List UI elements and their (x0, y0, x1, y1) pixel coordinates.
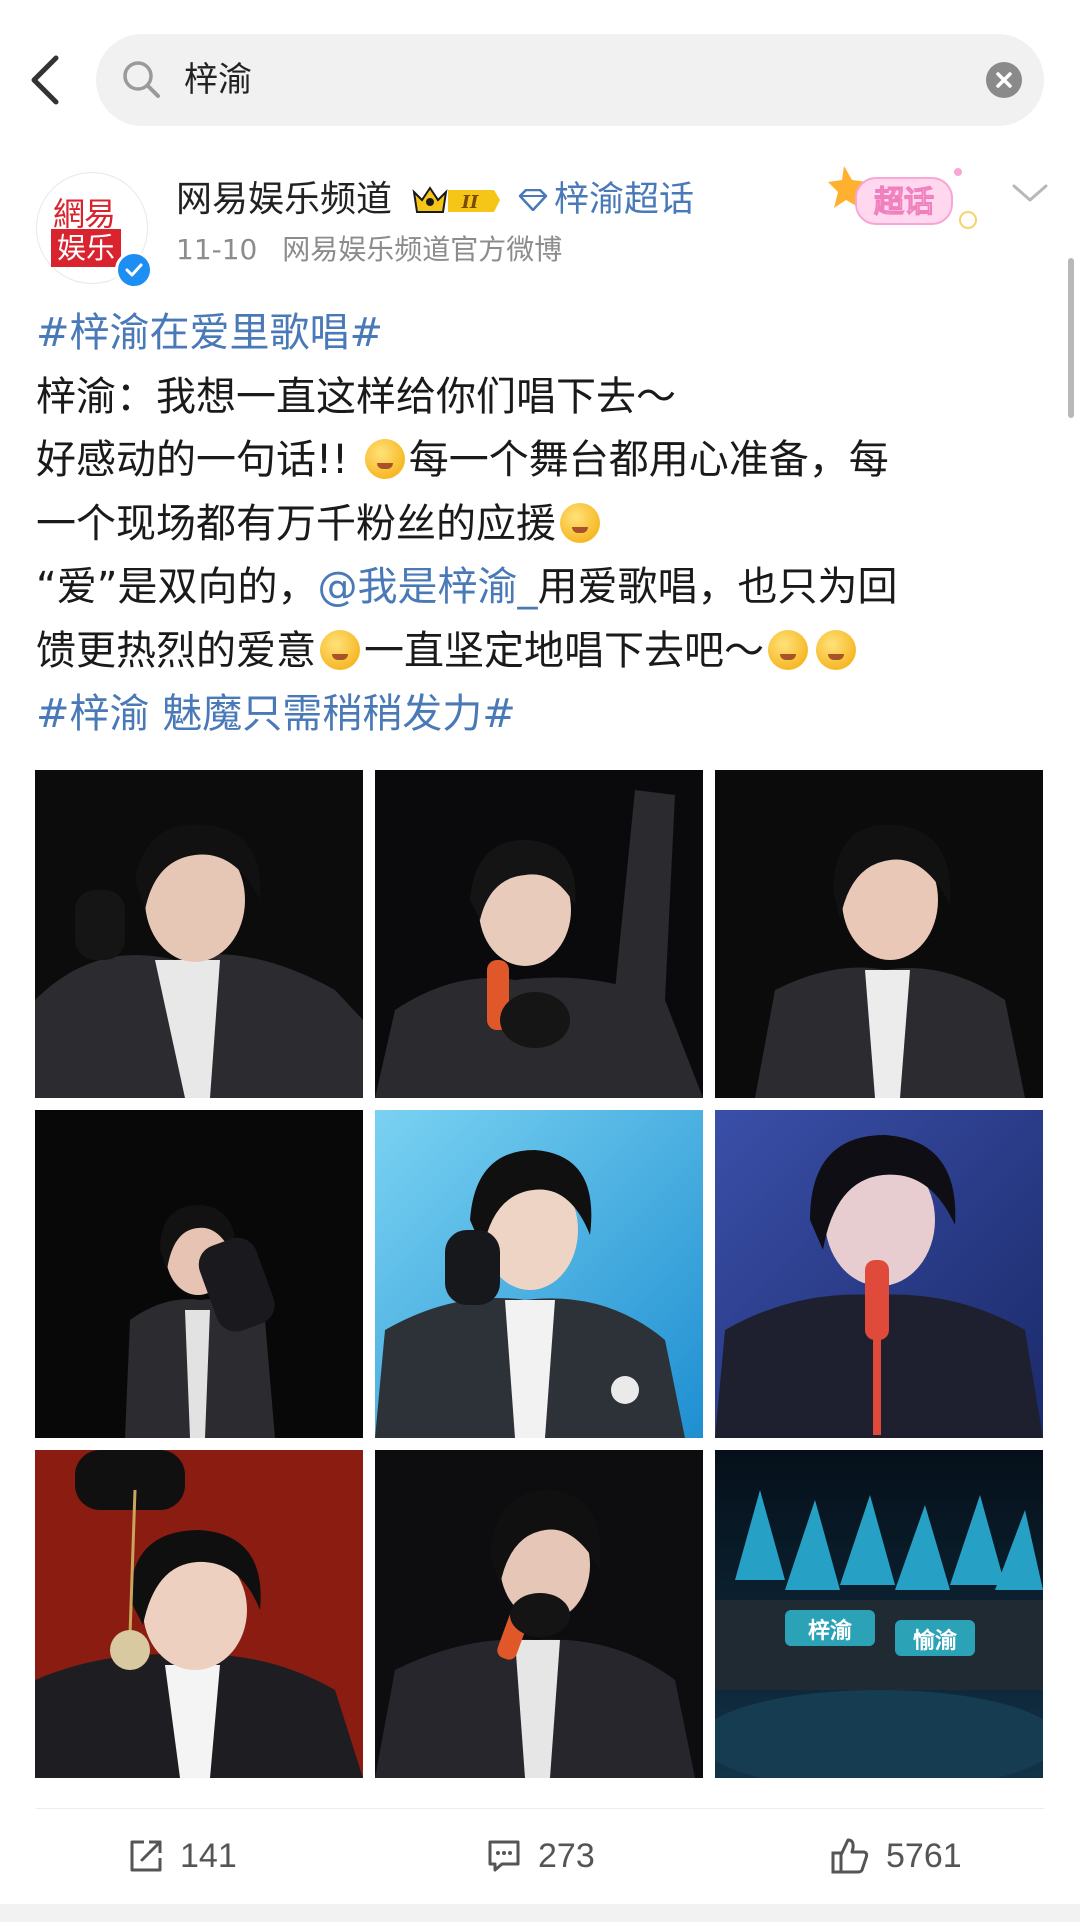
happy-tears-emoji-icon (816, 629, 856, 670)
avatar[interactable]: 網易 娱乐 (36, 172, 153, 289)
level-text: II (461, 192, 479, 213)
supertopic-link[interactable]: 梓渝超话 (518, 176, 694, 224)
hashtag-link[interactable]: #梓渝 魅魔只需稍稍发力# (36, 691, 516, 737)
supertopic-sticker-icon: 超话 (828, 166, 977, 229)
kissing-face-emoji-icon (768, 629, 808, 670)
post-text-line: 馈更热烈的爱意 (36, 627, 316, 674)
post-date: 11-10 (176, 233, 258, 266)
photo-grid: 梓渝 愉渝 (35, 770, 1045, 1778)
like-count: 5761 (886, 1836, 962, 1875)
repost-button[interactable]: 141 (128, 1828, 237, 1884)
post-text-line: 好感动的一句话!! (36, 437, 361, 483)
crying-face-emoji-icon (364, 439, 405, 479)
chevron-left-icon (31, 55, 59, 105)
mention-link[interactable]: @我是梓渝_ (317, 564, 537, 610)
thumbs-up-icon (831, 1838, 869, 1874)
post-menu-button[interactable] (1010, 182, 1050, 210)
photo-2[interactable] (375, 770, 703, 1098)
post-text-line: 用爱歌唱，也只为回 (537, 564, 898, 610)
hashtag-link[interactable]: #梓渝在爱里歌唱# (36, 310, 383, 356)
avatar-logo-bottom: 娱乐 (51, 229, 122, 267)
pleading-face-emoji-icon (320, 629, 360, 670)
bottom-separator (0, 1904, 1080, 1922)
chevron-down-icon (1012, 184, 1048, 202)
action-bar: 141 273 5761 (0, 1820, 1080, 1892)
back-button[interactable] (22, 48, 78, 112)
supertopic-badge-text: 超话 (874, 185, 934, 220)
photo-4[interactable] (35, 1110, 363, 1438)
scrollbar[interactable] (1068, 258, 1074, 418)
search-input[interactable]: 梓渝 (96, 34, 1044, 126)
author-name[interactable]: 网易娱乐频道 (176, 176, 392, 224)
post-meta: 11-10 网易娱乐频道官方微博 (176, 230, 562, 270)
search-header: 梓渝 (0, 0, 1080, 160)
photo-5[interactable] (375, 1110, 703, 1438)
photo-6[interactable] (715, 1110, 1043, 1438)
post-body: #梓渝在爱里歌唱# 梓渝：我想一直这样给你们唱下去～ 好感动的一句话!! 每一个… (36, 302, 1046, 747)
photo-1[interactable] (35, 770, 363, 1098)
search-icon (123, 61, 160, 98)
crown-icon: II (412, 186, 500, 213)
verified-badge-icon (115, 251, 153, 289)
repost-count: 141 (180, 1836, 237, 1875)
pleading-face-emoji-icon (560, 502, 600, 543)
photo-7[interactable] (35, 1450, 363, 1778)
fan-sign-text: 愉渝 (913, 1628, 958, 1654)
supertopic-badge[interactable]: 超话 (822, 158, 982, 242)
divider (36, 1808, 1044, 1809)
photo-8[interactable] (375, 1450, 703, 1778)
comment-button[interactable]: 273 (486, 1828, 595, 1884)
photo-9[interactable]: 梓渝 愉渝 (715, 1450, 1043, 1778)
repost-icon (130, 1840, 162, 1872)
clear-search-button[interactable] (986, 62, 1022, 98)
post-source: 网易娱乐频道官方微博 (282, 233, 563, 266)
post-text-line: 一个现场都有万千粉丝的应援 (36, 500, 556, 547)
diamond-icon (518, 189, 548, 211)
post-text-line: 一直坚定地唱下去吧～ (364, 627, 764, 674)
comment-icon (488, 1840, 520, 1872)
like-button[interactable]: 5761 (830, 1828, 962, 1884)
close-icon (996, 72, 1012, 88)
photo-3[interactable] (715, 770, 1043, 1098)
post-text-line: 每一个舞台都用心准备，每 (408, 437, 889, 483)
post-text-line: 梓渝：我想一直这样给你们唱下去～ (36, 373, 676, 420)
fan-sign-text: 梓渝 (808, 1618, 853, 1644)
supertopic-label: 梓渝超话 (554, 180, 695, 220)
post-text-line: “爱”是双向的， (36, 564, 318, 610)
member-level-badge: II (410, 182, 502, 222)
comment-count: 273 (538, 1836, 595, 1875)
search-query: 梓渝 (184, 60, 252, 100)
